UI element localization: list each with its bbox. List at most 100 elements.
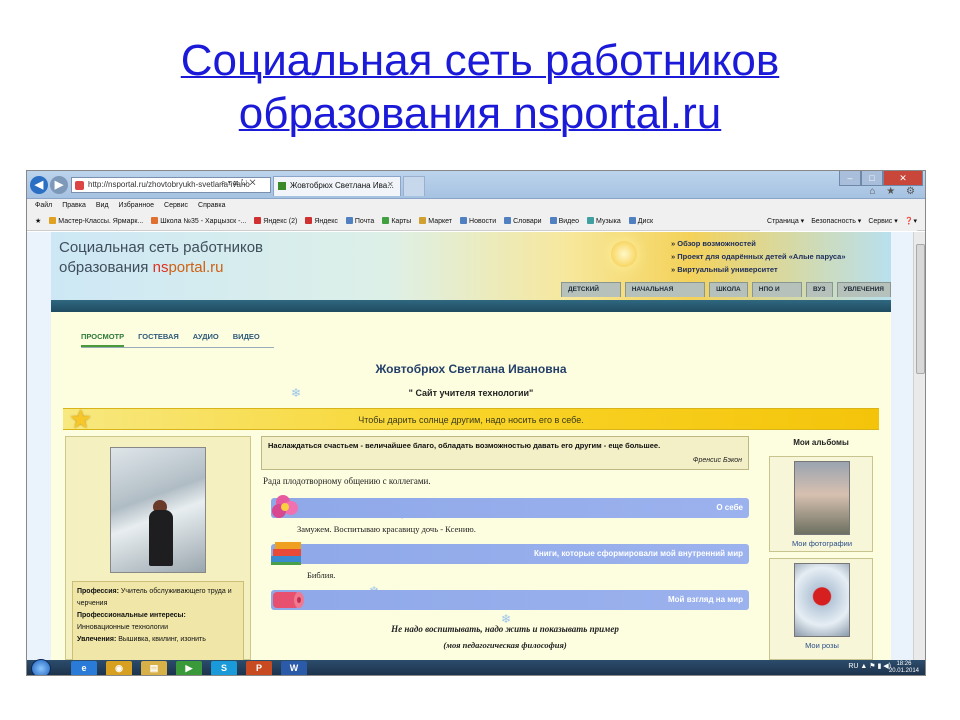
view-text-line2: (моя педагогическая философия) [443,640,567,650]
books-text: Библия. [307,570,336,580]
taskbar-clock[interactable]: 18:26 20.01.2014 [889,661,919,675]
favorite-label: Школа №35 - Харцызск -... [160,218,247,225]
taskbar-app-icon[interactable]: P [246,661,272,675]
slide-title: Социальная сеть работников образования n… [0,34,960,140]
menu-item[interactable]: Избранное [119,202,154,209]
address-tools[interactable]: ⌕ ▾ ⊠ ↻ ✕ [221,178,256,188]
taskbar-app-icon[interactable]: e [71,661,97,675]
album-caption[interactable]: Мои фотографии [770,539,874,548]
favorite-link[interactable]: Новости [460,213,496,230]
favorite-label: Маркет [428,218,453,225]
new-tab-button[interactable] [403,176,425,196]
site-logo-line1[interactable]: Социальная сеть работников [59,239,263,256]
quote-box: Наслаждаться счастьем - величайшее благо… [261,436,749,470]
tray-icons[interactable]: ▲ ⚑ ▮ ◀) [860,663,891,670]
minimize-button[interactable]: – [839,171,861,186]
favorite-link[interactable]: Почта [345,213,374,230]
favorite-icon [49,217,57,224]
header-link[interactable]: Виртуальный университет [671,263,846,276]
favorite-link[interactable]: Видео [549,213,580,230]
command-item[interactable]: Сервис ▾ [868,218,897,225]
site-tab[interactable]: УВЛЕЧЕНИЯ [836,282,891,297]
favorite-link[interactable]: Яндекс (2) [254,213,297,230]
menu-item[interactable]: Правка [62,202,86,209]
favorites-star-icon[interactable]: ★ [35,213,41,230]
taskbar-app-icon[interactable]: S [211,661,237,675]
favorite-link[interactable]: Маркет [419,213,453,230]
system-tray: RU ▲ ⚑ ▮ ◀) [848,662,891,670]
tab-label: Жовтобрюх Светлана Ива... [290,181,394,190]
tab-close-icon[interactable]: ✕ [387,180,394,189]
header-link[interactable]: Проект для одарённых детей «Алые паруса» [671,250,845,263]
back-button[interactable]: ◀ [30,176,48,194]
album-caption[interactable]: Мои розы [770,641,874,650]
menu-item[interactable]: Справка [198,202,225,209]
favorite-icon [382,217,390,224]
section-books-title: Книги, которые сформировали мой внутренн… [534,549,743,558]
site-tab[interactable]: НПО И СПО [751,282,802,307]
profile-photo[interactable] [110,447,206,573]
favorite-label: Видео [558,218,580,225]
taskbar-app-icon[interactable]: ▶ [176,661,202,675]
taskbar-app-icon[interactable]: ◉ [106,661,132,675]
forward-button[interactable]: ▶ [50,176,68,194]
sun-decoration [611,241,637,267]
subnav-tab[interactable]: ГОСТЕВАЯ [138,332,179,347]
profile-subnav: ПРОСМОТР ГОСТЕВАЯ АУДИО ВИДЕО [81,332,274,348]
favorite-link[interactable]: Яндекс [305,213,338,230]
subnav-tab[interactable]: ВИДЕО [233,332,260,347]
maximize-button[interactable]: □ [861,171,883,186]
windows-taskbar: e ◉ ▤ ▶ S P W RU ▲ ⚑ ▮ ◀) 18:26 20.01.2014 [27,659,925,675]
home-favorites-tools-icons[interactable]: ⌂ ★ ⚙ [869,186,919,197]
close-button[interactable]: ✕ [883,171,923,186]
tab-favicon-icon [278,182,286,190]
album-my-photos[interactable]: Мои фотографии [769,456,873,552]
taskbar-app-icon[interactable]: ▤ [141,661,167,675]
favorite-link[interactable]: Карты [382,213,411,230]
subnav-tab[interactable]: ПРОСМОТР [81,332,125,347]
favorite-label: Мастер-Классы. Ярмарк... [58,218,144,225]
command-bar: Страница ▾ Безопасность ▾ Сервис ▾ ❓▾ [760,213,917,231]
language-indicator[interactable]: RU [848,663,858,670]
menu-item[interactable]: Сервис [164,202,188,209]
vertical-scrollbar[interactable] [913,232,925,660]
site-favicon-icon [75,181,84,190]
browser-titlebar: ◀ ▶ http://nsportal.ru/zhovtobryukh-svet… [27,171,925,199]
taskbar-app-icon[interactable]: W [281,661,307,675]
album-thumbnail[interactable] [794,461,850,535]
browser-tab[interactable]: Жовтобрюх Светлана Ива... [273,176,401,196]
start-button[interactable] [31,659,51,675]
favorite-icon [151,217,159,224]
menu-item[interactable]: Вид [96,202,109,209]
command-item[interactable]: ❓▾ [905,218,917,225]
menu-item[interactable]: Файл [35,202,52,209]
favorite-link[interactable]: Музыка [587,213,621,230]
profile-content: ❄ ❄ ❄ ❄ ПРОСМОТРГОСТЕВАЯАУДИОВИДЕО Жовто… [51,312,891,660]
site-tab[interactable]: ВУЗ [806,282,833,297]
favorite-link[interactable]: Мастер-Классы. Ярмарк... [49,213,144,230]
command-item[interactable]: Безопасность ▾ [811,218,861,225]
favorite-label: Музыка [596,218,621,225]
scroll-thumb[interactable] [916,244,925,374]
profession-label: Профессия: [77,588,119,595]
favorite-icon [345,217,353,224]
site-tab[interactable]: ДЕТСКИЙ САД [561,282,621,307]
subnav-tab[interactable]: АУДИО [193,332,219,347]
site-logo-line2[interactable]: образования nsportal.ru [59,259,223,276]
favorite-link[interactable]: Словари [504,213,542,230]
site-tab[interactable]: НАЧАЛЬНАЯ ШКОЛА [624,282,706,307]
about-text: Замужем. Воспитываю красавицу дочь - Ксе… [297,524,476,534]
flower-icon [272,495,298,518]
header-link[interactable]: Обзор возможностей [671,237,846,250]
album-my-roses[interactable]: Мои розы [769,558,873,660]
view-text-line1: Не надо воспитывать, надо жить и показыв… [391,624,619,634]
command-item[interactable]: Страница ▾ [767,218,804,225]
header-band [51,300,891,312]
favorite-link[interactable]: Школа №35 - Харцызск -... [151,213,247,230]
favorite-link[interactable]: Диск [628,213,653,230]
album-thumbnail[interactable] [794,563,850,637]
section-view-title: Мой взгляд на мир [668,595,743,604]
motto-text: Чтобы дарить солнце другим, надо носить … [358,415,584,425]
favorite-icon [587,217,595,224]
site-tab[interactable]: ШКОЛА [709,282,748,297]
